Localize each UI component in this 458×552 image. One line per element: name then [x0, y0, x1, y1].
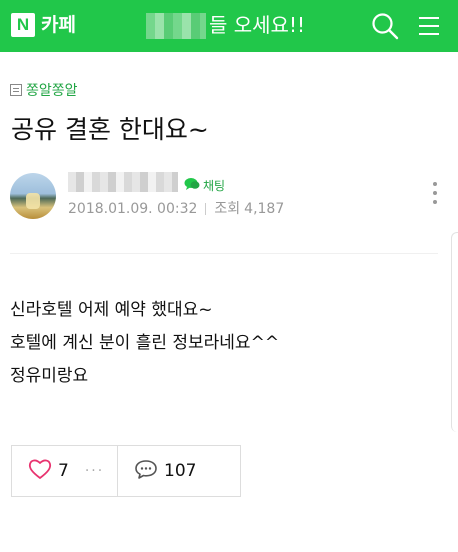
body-line: 신라호텔 어제 예약 했대요~ [10, 300, 213, 320]
body-line: 정유미랑요 [10, 366, 89, 386]
chat-label: 채팅 [203, 179, 226, 193]
post-meta: 2018.01.09. 00:32 조회 4,187 [68, 200, 284, 218]
more-reactions-button[interactable]: ··· [85, 463, 104, 479]
menu-icon[interactable] [414, 11, 444, 41]
heart-icon [28, 458, 52, 484]
like-button[interactable]: 7 ··· [12, 446, 118, 496]
views-label: 조회 [214, 201, 241, 217]
top-bar: N 카페 들 오세요!! [0, 0, 458, 52]
post-title: 공유 결혼 한대요~ [11, 115, 209, 144]
board-icon [10, 84, 22, 96]
comment-count: 107 [164, 461, 197, 481]
cafe-title[interactable]: 들 오세요!! [209, 10, 305, 40]
naver-logo[interactable]: N [11, 13, 35, 37]
scrollbar[interactable] [451, 232, 458, 432]
body-line: 호텔에 계신 분이 흘린 정보라네요^^ [10, 333, 280, 353]
reaction-bar: 7 ··· 107 [11, 445, 241, 497]
chat-button[interactable]: 채팅 [184, 176, 225, 195]
divider [10, 253, 438, 254]
blurred-author-name[interactable] [68, 172, 178, 192]
cafe-home-link[interactable]: 카페 [41, 11, 76, 39]
meta-divider [205, 203, 207, 215]
like-count: 7 [58, 461, 69, 481]
chat-icon [184, 176, 200, 195]
blurred-cafe-name [146, 13, 206, 39]
search-icon[interactable] [370, 11, 400, 41]
views-count: 4,187 [244, 201, 285, 217]
board-label: 쫑알쫑알 [26, 83, 78, 99]
comment-icon [134, 458, 158, 484]
more-vertical-icon[interactable] [430, 182, 440, 212]
comment-button[interactable]: 107 [118, 446, 240, 496]
post-body: 신라호텔 어제 예약 했대요~ 호텔에 계신 분이 흘린 정보라네요^^ 정유미… [10, 294, 279, 393]
board-link[interactable]: 쫑알쫑알 [10, 80, 78, 100]
post-date: 2018.01.09. 00:32 [68, 201, 198, 217]
avatar[interactable] [10, 173, 56, 219]
